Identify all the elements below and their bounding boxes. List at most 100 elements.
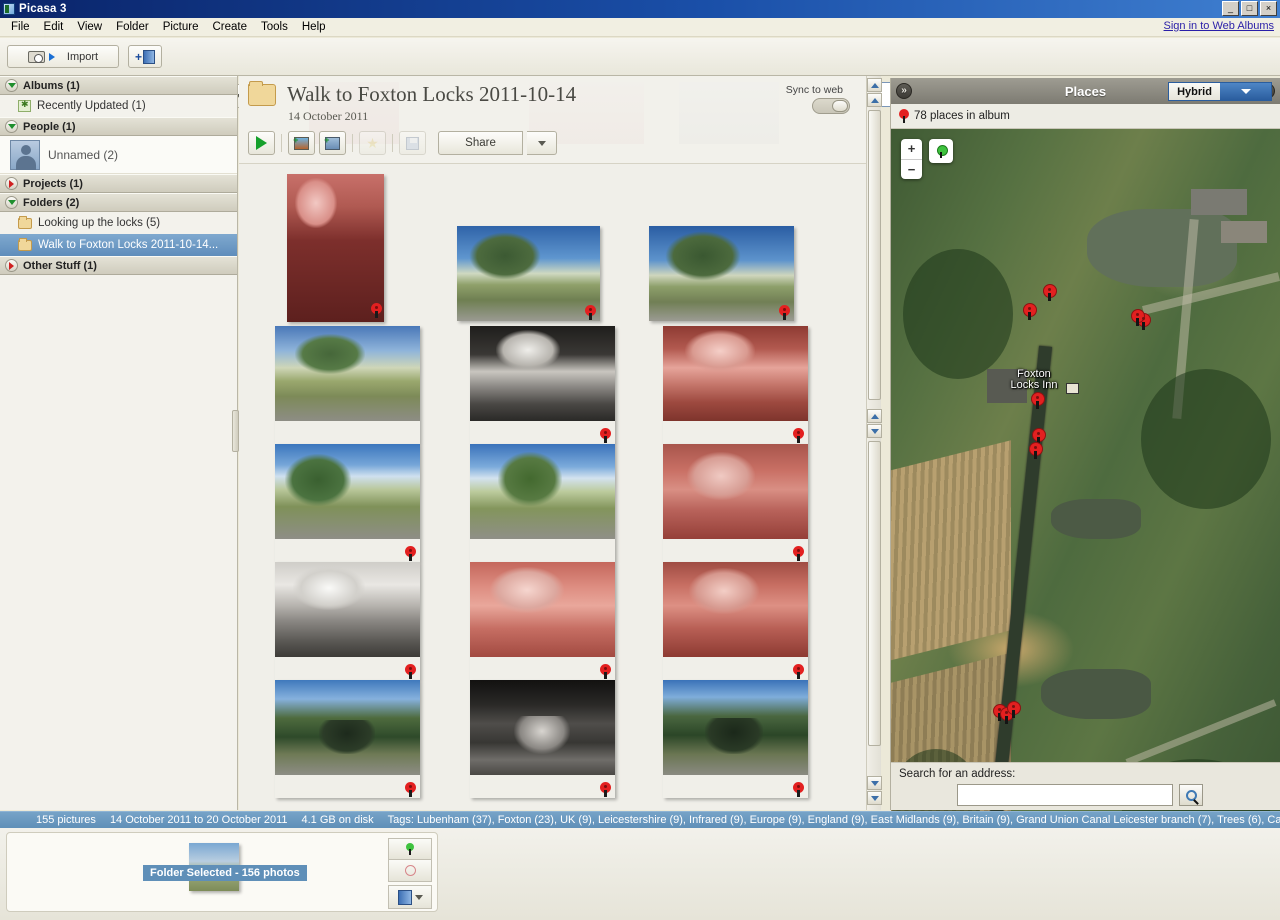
zoom-out-button[interactable]: −	[901, 160, 922, 180]
sidebar-group-projects[interactable]: Projects (1)	[0, 174, 237, 193]
sidebar-item-label: Unnamed (2)	[48, 147, 119, 162]
photo-thumbnail[interactable]	[275, 562, 420, 680]
address-search-button[interactable]	[1179, 784, 1203, 806]
sign-in-web-albums-link[interactable]: Sign in to Web Albums	[1164, 20, 1274, 32]
photo-thumbnail[interactable]	[663, 680, 808, 798]
minimize-button[interactable]: _	[1222, 1, 1239, 16]
photo-cell	[251, 444, 444, 562]
save-album-button[interactable]	[399, 131, 426, 155]
chevron-down-icon[interactable]	[1220, 83, 1271, 100]
map-marker[interactable]	[1029, 442, 1043, 459]
clear-selection-button[interactable]	[388, 860, 432, 882]
sidebar-group-folders[interactable]: Folders (2)	[0, 193, 237, 212]
map-marker[interactable]	[1023, 303, 1037, 320]
photo-pane-scrollbar[interactable]	[866, 76, 882, 810]
sidebar-group-label: Folders (2)	[23, 196, 80, 209]
photo-cell	[432, 174, 625, 321]
menu-tools[interactable]: Tools	[254, 19, 295, 35]
menu-folder[interactable]: Folder	[109, 19, 156, 35]
photo-thumbnail[interactable]	[275, 326, 420, 444]
map-marker[interactable]	[1007, 701, 1021, 718]
menu-picture[interactable]: Picture	[156, 19, 206, 35]
sync-to-web-toggle[interactable]	[812, 98, 850, 114]
photo-image	[275, 444, 420, 539]
scroll-top-button[interactable]	[867, 78, 882, 92]
photo-row	[239, 326, 866, 444]
geotag-pin-icon	[600, 782, 611, 797]
photo-thumbnail[interactable]	[275, 444, 420, 562]
add-place-button[interactable]	[929, 139, 953, 163]
disclosure-open-icon[interactable]	[5, 79, 18, 92]
scrollbar-thumb[interactable]	[868, 110, 881, 400]
red-circle-icon	[404, 865, 416, 876]
chevron-up-icon	[870, 82, 879, 88]
photo-image	[470, 680, 615, 775]
photo-cell	[444, 326, 637, 444]
photo-thumbnail[interactable]	[287, 174, 384, 322]
geotag-pin-icon	[779, 305, 790, 320]
photo-thumbnail[interactable]	[663, 326, 808, 444]
photo-row	[239, 680, 866, 798]
sidebar-group-albums[interactable]: Albums (1)	[0, 76, 237, 95]
sidebar-item-recently-updated[interactable]: Recently Updated (1)	[0, 95, 237, 117]
menu-edit[interactable]: Edit	[37, 19, 71, 35]
photo-thumbnail[interactable]	[457, 226, 600, 321]
map-zoom-control[interactable]: + −	[901, 139, 922, 179]
photo-thumbnail[interactable]	[663, 562, 808, 680]
photo-thumbnail[interactable]	[470, 562, 615, 680]
menu-view[interactable]: View	[70, 19, 109, 35]
photo-tray[interactable]: Folder Selected - 156 photos	[6, 832, 438, 912]
map-marker[interactable]	[1031, 392, 1045, 409]
sidebar-item-label: Walk to Foxton Locks 2011-10-14...	[38, 239, 219, 251]
window-controls[interactable]: _ □ ×	[1222, 1, 1277, 16]
sidebar-group-people[interactable]: People (1)	[0, 117, 237, 136]
photo-thumbnail[interactable]	[470, 326, 615, 444]
tray-selection-badge: Folder Selected - 156 photos	[143, 865, 307, 881]
disclosure-open-icon[interactable]	[5, 120, 18, 133]
maximize-button[interactable]: □	[1241, 1, 1258, 16]
divider	[352, 134, 353, 152]
sidebar-item-unnamed-person[interactable]: Unnamed (2)	[0, 136, 237, 174]
sidebar-group-other-stuff[interactable]: Other Stuff (1)	[0, 256, 237, 275]
sidebar-resize-handle[interactable]	[232, 410, 239, 452]
scroll-down-button[interactable]	[867, 776, 882, 790]
scroll-section-down-button[interactable]	[867, 424, 882, 438]
photo-thumbnail[interactable]	[275, 680, 420, 798]
photo-thumbnail[interactable]	[470, 444, 615, 562]
expand-icon[interactable]: »	[896, 83, 912, 99]
share-button[interactable]: Share	[438, 131, 523, 155]
add-album-button[interactable]: +	[128, 45, 162, 68]
photo-thumbnail[interactable]	[470, 680, 615, 798]
plus-icon: +	[134, 49, 142, 64]
scroll-bottom-button[interactable]	[867, 791, 882, 805]
photo-cell	[625, 174, 818, 321]
menu-create[interactable]: Create	[205, 19, 254, 35]
zoom-in-button[interactable]: +	[901, 139, 922, 160]
photo-thumbnail[interactable]	[649, 226, 794, 321]
menu-help[interactable]: Help	[295, 19, 333, 35]
scroll-section-up-button[interactable]	[867, 409, 882, 423]
add-movie-button[interactable]: +	[319, 131, 346, 155]
scroll-up-button[interactable]	[867, 93, 882, 107]
close-button[interactable]: ×	[1260, 1, 1277, 16]
star-album-button[interactable]: ★	[359, 131, 386, 155]
import-button[interactable]: Import	[7, 45, 119, 68]
play-slideshow-button[interactable]	[248, 131, 275, 155]
import-label: Import	[66, 50, 99, 63]
add-to-album-button[interactable]	[388, 885, 432, 909]
map-view[interactable]: Foxton Locks Inn + − ©2011 Google - Imag…	[891, 129, 1280, 840]
map-type-select[interactable]: Hybrid	[1168, 82, 1272, 101]
scrollbar-track-lower[interactable]	[868, 441, 881, 746]
sidebar-item-walk-to-foxton-locks[interactable]: Walk to Foxton Locks 2011-10-14...	[0, 234, 237, 256]
photo-thumbnail[interactable]	[663, 444, 808, 562]
add-photo-button[interactable]: +	[288, 131, 315, 155]
hold-selection-button[interactable]	[388, 838, 432, 860]
disclosure-open-icon[interactable]	[5, 196, 18, 209]
share-dropdown-button[interactable]	[527, 131, 557, 155]
menu-file[interactable]: File	[4, 19, 37, 35]
disclosure-closed-icon[interactable]	[5, 259, 18, 272]
address-search-input[interactable]	[957, 784, 1173, 806]
map-marker[interactable]	[1043, 284, 1057, 301]
disclosure-closed-icon[interactable]	[5, 177, 18, 190]
sidebar-item-looking-up-the-locks[interactable]: Looking up the locks (5)	[0, 212, 237, 234]
